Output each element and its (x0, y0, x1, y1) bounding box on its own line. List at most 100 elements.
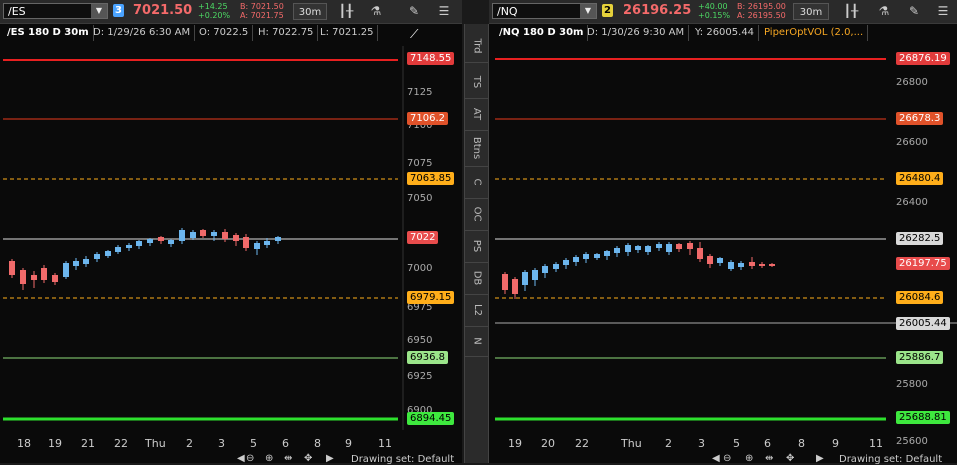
price-level-tag: 26876.19 (896, 52, 950, 65)
pan-icon[interactable]: ✥ (304, 453, 312, 464)
side-tab-label: OC (471, 206, 483, 222)
time-axis-label: 6 (764, 437, 771, 450)
candle-body (9, 261, 15, 275)
time-axis-label: 5 (250, 437, 257, 450)
time-axis-label: 20 (541, 437, 555, 450)
price-axis-label: 7050 (407, 193, 433, 204)
side-tab-l2[interactable]: L2 (465, 294, 488, 327)
side-tab-oc[interactable]: OC (465, 198, 488, 231)
price-level-tag: 26084.6 (896, 291, 944, 304)
candle-body (676, 244, 682, 249)
candle-body (115, 247, 121, 252)
time-axis-label: Thu (145, 437, 166, 450)
candle-body (243, 237, 249, 248)
price-axis-label: 26600 (896, 137, 928, 148)
candle-body (147, 239, 153, 243)
play-icon[interactable]: ▶ (816, 453, 824, 464)
time-axis-label: 18 (17, 437, 31, 450)
nq-chart-panel[interactable]: /NQ ▼ 2 26196.25 +40.00 +0.15% B: 26195.… (489, 0, 957, 465)
zoom-out-icon[interactable]: ⊖ (246, 453, 254, 464)
candle-body (563, 260, 569, 265)
nq-price-plot[interactable] (489, 0, 957, 463)
price-level-tag: 6936.8 (407, 351, 448, 364)
candle-body (717, 258, 723, 263)
side-tab-trd[interactable]: Trd (465, 30, 488, 63)
candle-body (769, 264, 775, 266)
es-price-plot[interactable] (0, 0, 462, 463)
candle-body (73, 261, 79, 266)
zoom-in-icon[interactable]: ⊕ (745, 453, 753, 464)
side-tab-n[interactable]: N (465, 326, 488, 357)
price-level-tag: 25886.7 (896, 351, 944, 364)
time-axis-label: 22 (575, 437, 589, 450)
drawing-set-label[interactable]: Drawing set: Default (839, 454, 942, 465)
candle-body (179, 230, 185, 241)
scroll-left-icon[interactable]: ◀ (237, 453, 245, 464)
zoom-out-icon[interactable]: ⊖ (723, 453, 731, 464)
candle-body (512, 279, 518, 294)
time-axis-label: 2 (665, 437, 672, 450)
price-level-tag: 7022 (407, 231, 439, 244)
play-icon[interactable]: ▶ (326, 453, 334, 464)
side-tab-at[interactable]: AT (465, 98, 488, 131)
price-axis-label: 7000 (407, 263, 433, 274)
pan-icon[interactable]: ✥ (786, 453, 794, 464)
candle-body (635, 246, 641, 250)
price-axis-label: 25800 (896, 379, 928, 390)
chart-footer: ◀ ⊖ ⊕ ⇹ ✥ ▶ Drawing set: Default (489, 453, 957, 465)
candle-body (211, 232, 217, 236)
candle-body (553, 264, 559, 269)
candle-body (738, 263, 744, 267)
fit-icon[interactable]: ⇹ (765, 453, 773, 464)
zoom-in-icon[interactable]: ⊕ (265, 453, 273, 464)
time-axis-label: 19 (508, 437, 522, 450)
candle-body (522, 272, 528, 285)
candle-body (656, 244, 662, 248)
fit-icon[interactable]: ⇹ (284, 453, 292, 464)
side-tab-label: DB (471, 270, 483, 286)
candle-body (645, 246, 651, 252)
price-level-tag: 7063.85 (407, 172, 455, 185)
time-axis-label: Thu (621, 437, 642, 450)
price-level-tag: 7106.2 (407, 112, 448, 125)
price-level-tag: 25688.81 (896, 411, 950, 424)
side-tab-btns[interactable]: Btns (465, 130, 488, 167)
time-axis-label: 11 (869, 437, 883, 450)
price-axis-label: 26800 (896, 77, 928, 88)
candle-body (687, 243, 693, 249)
candle-body (20, 270, 26, 284)
price-level-tag: 6894.45 (407, 412, 455, 425)
time-axis-label: 9 (345, 437, 352, 450)
price-axis-label: 26400 (896, 197, 928, 208)
candle-body (573, 257, 579, 262)
side-tab-label: TS (471, 75, 483, 89)
side-tab-ts[interactable]: TS (465, 66, 488, 99)
price-level-tag: 26480.4 (896, 172, 944, 185)
side-tab-c[interactable]: C (465, 166, 488, 199)
candle-body (190, 232, 196, 238)
time-axis-label: 8 (798, 437, 805, 450)
side-tab-db[interactable]: DB (465, 262, 488, 295)
side-tab-label: L2 (471, 304, 483, 316)
time-axis-label: 3 (698, 437, 705, 450)
scroll-left-icon[interactable]: ◀ (712, 453, 720, 464)
candle-body (707, 256, 713, 264)
time-axis-label: 6 (282, 437, 289, 450)
side-tab-ps[interactable]: PS (465, 230, 488, 263)
drawing-set-label[interactable]: Drawing set: Default (351, 454, 454, 465)
time-axis-label: 5 (733, 437, 740, 450)
candle-body (728, 262, 734, 269)
price-level-tag: 26282.5 (896, 232, 944, 245)
time-axis-label: 3 (218, 437, 225, 450)
price-level-tag: 6979.15 (407, 291, 455, 304)
candle-body (31, 275, 37, 280)
side-tab-label: Trd (471, 38, 483, 54)
es-chart-panel[interactable]: /ES ▼ 3 7021.50 +14.25 +0.20% B: 7021.50… (0, 0, 462, 465)
candle-body (158, 237, 164, 241)
price-level-tag: 26678.3 (896, 112, 944, 125)
price-level-tag: 7148.55 (407, 52, 455, 65)
candle-body (52, 275, 58, 282)
candle-body (594, 254, 600, 258)
candle-body (222, 232, 228, 239)
candle-body (583, 254, 589, 259)
